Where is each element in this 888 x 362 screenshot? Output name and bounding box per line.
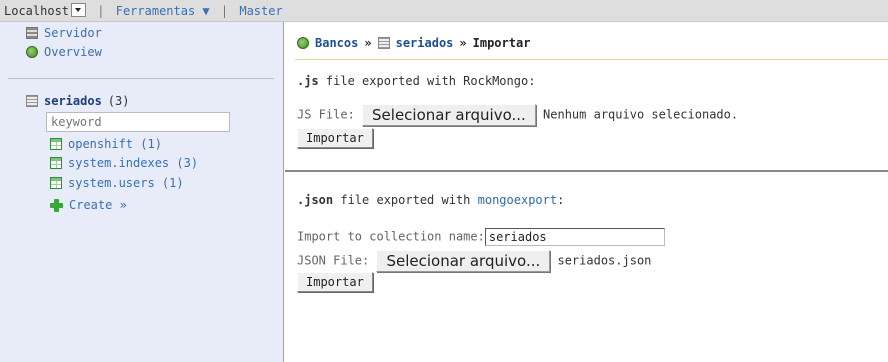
js-import-button[interactable]: Importar [297, 128, 373, 148]
globe-icon [297, 37, 309, 49]
divider [8, 78, 274, 79]
plus-icon [50, 198, 63, 212]
collection-row: Import to collection name: [297, 228, 665, 246]
breadcrumb-separator: » [364, 36, 372, 50]
sidebar: Servidor Overview seriados (3) openshift… [0, 22, 284, 362]
js-heading-text: file exported with RockMongo: [318, 74, 536, 88]
sidebar-item-label: Servidor [44, 26, 102, 40]
js-section-heading: .js file exported with RockMongo: [297, 74, 535, 88]
main-content: Bancos » seriados » Importar .js file ex… [285, 22, 888, 362]
table-icon [50, 177, 62, 189]
table-icon [50, 138, 62, 150]
collection-label: openshift (1) [68, 137, 162, 151]
json-heading-text: file exported with [333, 193, 478, 207]
breadcrumb: Bancos » seriados » Importar [297, 36, 530, 50]
breadcrumb-databases[interactable]: Bancos [315, 36, 358, 50]
json-file-label: JSON File: [297, 253, 370, 268]
table-icon [50, 157, 62, 169]
sidebar-item-database[interactable]: seriados (3) [26, 94, 129, 108]
sidebar-item-server[interactable]: Servidor [26, 26, 102, 40]
keyword-input[interactable] [46, 112, 230, 132]
json-heading-ext: .json [297, 193, 334, 207]
dropdown-arrow-icon[interactable] [71, 3, 87, 17]
top-bar: Localhost | Ferramentas ▼ | Master [0, 0, 888, 22]
globe-icon [26, 46, 38, 58]
database-name: seriados [44, 94, 102, 108]
sidebar-item-collection[interactable]: system.users (1) [50, 176, 184, 190]
sidebar-item-collection[interactable]: system.indexes (3) [50, 156, 198, 170]
server-icon [26, 27, 38, 39]
js-choose-file-button[interactable]: Selecionar arquivo... [362, 104, 536, 126]
server-select-label[interactable]: Localhost [4, 4, 69, 18]
master-link[interactable]: Master [239, 4, 282, 18]
database-icon [377, 37, 390, 49]
breadcrumb-underline [295, 59, 888, 60]
create-collection-link[interactable]: Create » [50, 198, 127, 212]
collection-label: system.users (1) [68, 176, 184, 190]
collection-name-label: Import to collection name: [297, 229, 485, 244]
js-heading-ext: .js [297, 74, 319, 88]
tools-menu[interactable]: Ferramentas ▼ [116, 4, 210, 18]
mongoexport-link[interactable]: mongoexport [478, 193, 557, 207]
database-icon [26, 95, 38, 107]
separator: | [97, 4, 105, 18]
json-file-row: JSON File: Selecionar arquivo... seriado… [297, 250, 651, 272]
sidebar-item-overview[interactable]: Overview [26, 45, 102, 59]
json-heading-colon: : [557, 193, 565, 207]
sidebar-item-label: Overview [44, 45, 102, 59]
collection-name-input[interactable] [484, 228, 665, 246]
separator: | [220, 4, 229, 18]
breadcrumb-separator: » [459, 36, 467, 50]
json-import-button[interactable]: Importar [297, 272, 373, 292]
collection-label: system.indexes (3) [68, 156, 199, 170]
database-count: (3) [107, 94, 130, 108]
create-label: Create » [69, 198, 127, 212]
json-section-heading: .json file exported with mongoexport: [297, 193, 564, 207]
js-file-label: JS File: [297, 107, 355, 122]
sidebar-item-collection[interactable]: openshift (1) [50, 137, 162, 151]
section-divider [285, 170, 888, 172]
js-file-row: JS File: Selecionar arquivo... Nenhum ar… [297, 104, 738, 126]
breadcrumb-current: Importar [472, 36, 531, 50]
breadcrumb-database[interactable]: seriados [396, 36, 454, 50]
json-choose-file-button[interactable]: Selecionar arquivo... [376, 250, 551, 272]
json-file-name: seriados.json [557, 253, 652, 268]
js-file-status: Nenhum arquivo selecionado. [543, 107, 739, 122]
